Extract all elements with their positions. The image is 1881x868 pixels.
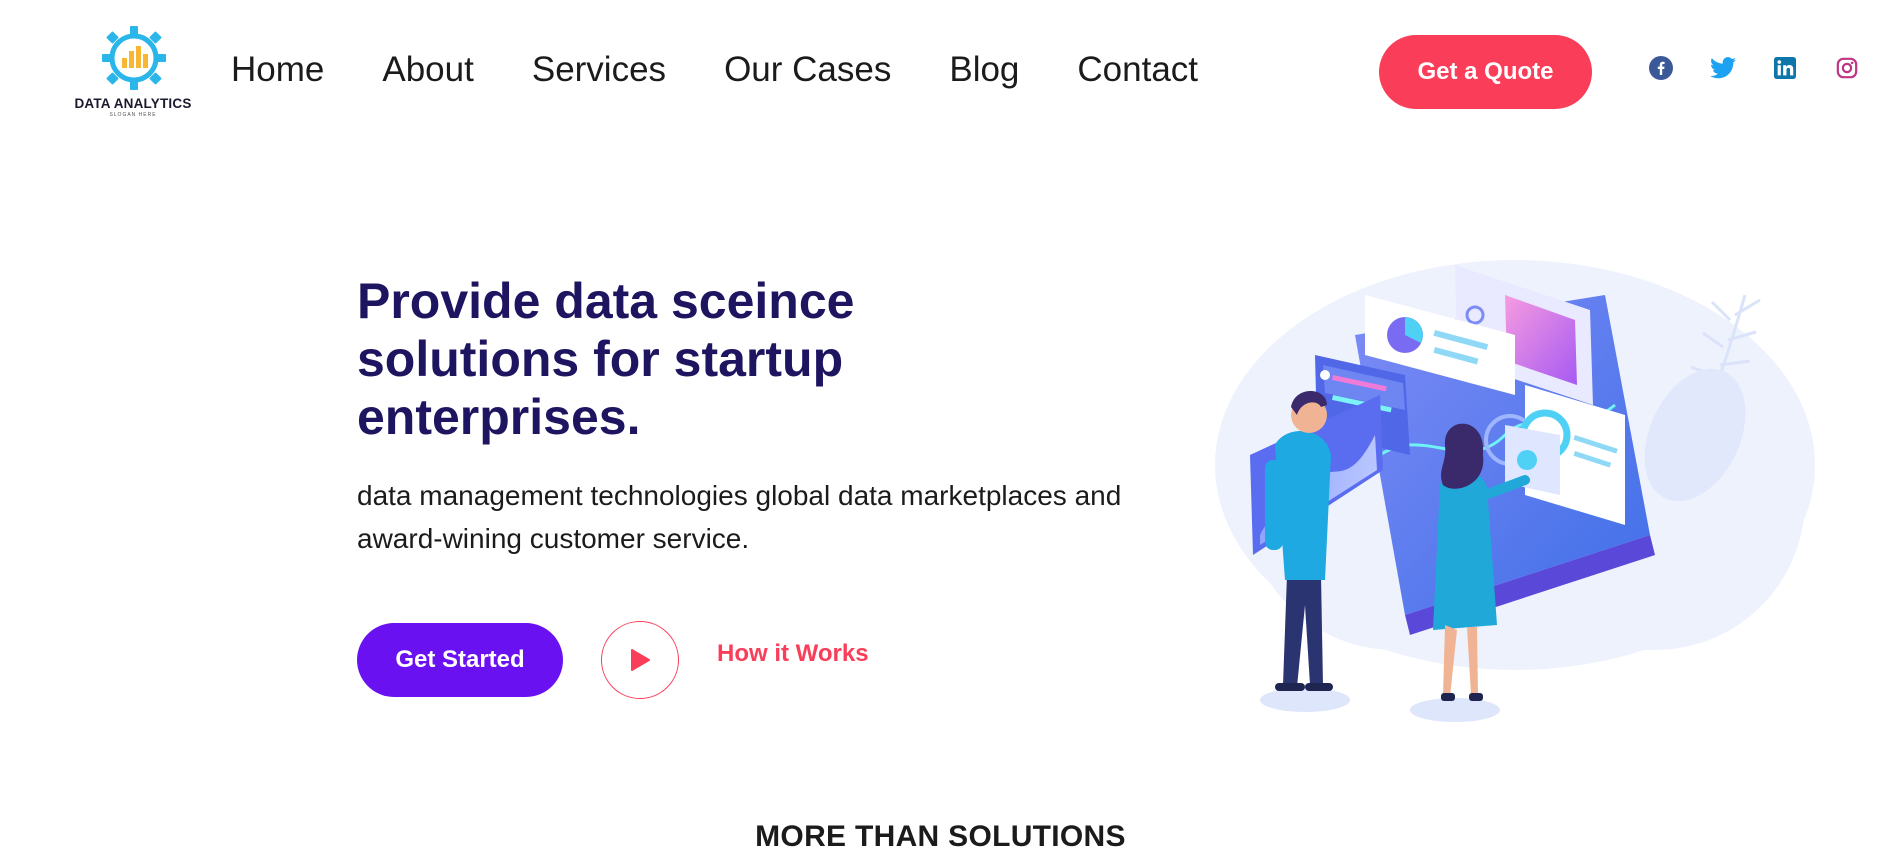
social-links [1648,55,1881,85]
section-title: MORE THAN SOLUTIONS [755,820,1126,853]
get-a-quote-button[interactable]: Get a Quote [1379,35,1592,109]
nav-item-services[interactable]: Services [532,50,666,90]
instagram-icon[interactable] [1834,55,1860,81]
nav-item-home[interactable]: Home [231,50,324,90]
main-nav: Home About Services Our Cases Blog Conta… [231,50,1256,90]
hero-title: Provide data sceince solutions for start… [357,273,855,445]
site-header: DATA ANALYTICS SLOGAN HERE Home About Se… [0,0,1881,140]
nav-item-contact[interactable]: Contact [1077,50,1198,90]
twitter-icon[interactable] [1710,55,1736,81]
nav-item-about[interactable]: About [382,50,473,90]
get-started-button[interactable]: Get Started [357,623,563,697]
nav-item-blog[interactable]: Blog [949,50,1019,90]
gear-chart-icon [102,26,166,90]
nav-item-our-cases[interactable]: Our Cases [724,50,891,90]
linkedin-icon[interactable] [1772,55,1798,81]
hero-description: data management technologies global data… [357,480,1122,554]
hero-illustration [1205,255,1815,735]
play-video-button[interactable] [601,621,679,699]
how-it-works-link[interactable]: How it Works [717,640,869,668]
logo[interactable]: DATA ANALYTICS SLOGAN HERE [68,24,204,122]
logo-slogan: SLOGAN HERE [109,112,157,118]
facebook-icon[interactable] [1648,55,1674,81]
logo-title: DATA ANALYTICS [74,96,192,111]
play-icon [631,649,650,671]
